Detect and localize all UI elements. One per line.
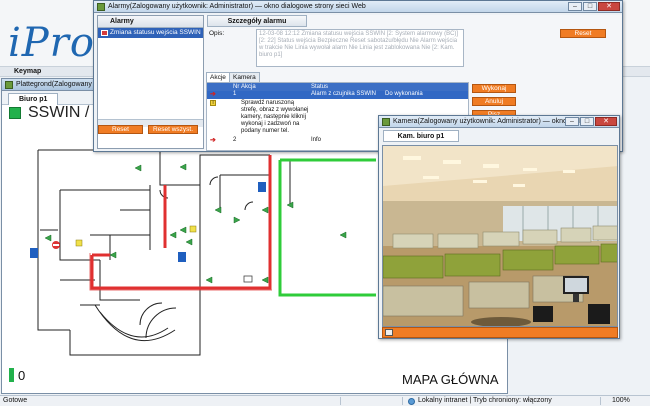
browser-statusbar: Gotowe Lokalny intranet | Tryb chroniony…: [0, 395, 650, 406]
tab-kamera[interactable]: Kamera: [229, 72, 260, 82]
row-state: Do wykonania: [385, 91, 423, 97]
status-indicator-bar: [9, 368, 14, 382]
tab-alarm-details[interactable]: Szczegóły alarmu: [207, 15, 307, 27]
column-header-nr: Nr: [233, 84, 240, 90]
minimize-button[interactable]: –: [565, 117, 579, 126]
row-nr: 1: [233, 91, 237, 97]
actions-table-header: Nr Akcja Status: [207, 83, 468, 91]
description-field[interactable]: 12-03-08 12:12 Zmiana statusu wejścia SS…: [256, 29, 464, 67]
statusbar-divider: [402, 397, 403, 405]
menu-item-keymap[interactable]: Keymap: [14, 68, 41, 75]
status-indicator-green: [9, 107, 21, 119]
camera-window: Kamera(Zalogowany użytkownik: Administra…: [378, 115, 620, 339]
window-icon: [97, 3, 105, 11]
tab-camera[interactable]: Kam. biuro p1: [383, 130, 459, 142]
exit-sign-icon: [30, 182, 266, 262]
reset-all-button[interactable]: Reset wszyst.: [148, 125, 198, 134]
description-label: Opis:: [209, 30, 225, 37]
cancel-button[interactable]: Anuluj: [472, 97, 516, 106]
alarm-icon: [101, 30, 108, 36]
status-text: Gotowe: [3, 397, 28, 404]
camera-window-titlebar[interactable]: Kamera(Zalogowany użytkownik: Administra…: [379, 116, 619, 128]
reset-details-button[interactable]: Reset: [560, 29, 606, 38]
alarm-window-title: Alarmy(Zalogowany użytkownik: Administra…: [108, 3, 366, 10]
window-controls: – □ ✕: [568, 2, 620, 11]
alarm-list-item[interactable]: Zmiana statusu wejścia SSWIN: [98, 28, 203, 38]
alarm-list-header: Alarmy: [98, 16, 203, 28]
camera-footer-bar: [382, 327, 618, 338]
close-button[interactable]: ✕: [595, 117, 617, 126]
alarm-arrow-icon: ➔: [210, 137, 216, 144]
alarm-arrow-icon: ➔: [210, 91, 216, 98]
tab-akcje[interactable]: Akcje: [206, 72, 230, 82]
alarm-window-titlebar[interactable]: Alarmy(Zalogowany użytkownik: Administra…: [94, 1, 622, 13]
alarm-list-item-label: Zmiana statusu wejścia SSWIN: [110, 29, 201, 36]
info-icon: i: [210, 100, 218, 107]
row-status: Alarm z czujnika SSWIN: [311, 91, 377, 97]
camera-window-title: Kamera(Zalogowany użytkownik: Administra…: [393, 118, 590, 125]
globe-icon: [408, 398, 415, 405]
camera-feed-image: [382, 145, 618, 327]
minimize-button[interactable]: –: [568, 2, 582, 11]
window-controls: – □ ✕: [565, 117, 617, 126]
close-button[interactable]: ✕: [598, 2, 620, 11]
table-row[interactable]: ➔ 1 Alarm z czujnika SSWIN Do wykonania: [207, 91, 468, 99]
window-icon: [382, 118, 390, 126]
floorplan-window-title: Plattegrond(Zalogowany uży: [16, 81, 105, 88]
row-nr: 2: [233, 137, 237, 143]
reset-button[interactable]: Reset: [98, 125, 143, 134]
security-zone[interactable]: Lokalny intranet | Tryb chroniony: włącz…: [418, 396, 552, 406]
column-header-akcja: Akcja: [241, 84, 256, 90]
column-header-status: Status: [311, 84, 329, 90]
zoom-level[interactable]: 100%: [612, 396, 630, 406]
statusbar-divider: [600, 397, 601, 405]
snapshot-icon[interactable]: [385, 329, 393, 336]
no-entry-icon: [52, 241, 60, 249]
alarm-count: 0: [18, 368, 26, 383]
row-status: Info: [311, 137, 322, 143]
row-action-text: Sprawdź naruszoną strefę, obraz z wywoła…: [241, 100, 309, 134]
execute-button[interactable]: Wykonaj: [472, 84, 516, 93]
maximize-button[interactable]: □: [580, 117, 594, 126]
window-icon: [5, 81, 13, 89]
map-caption: MAPA GŁÓWNA: [402, 372, 499, 387]
statusbar-divider: [340, 397, 341, 405]
maximize-button[interactable]: □: [583, 2, 597, 11]
